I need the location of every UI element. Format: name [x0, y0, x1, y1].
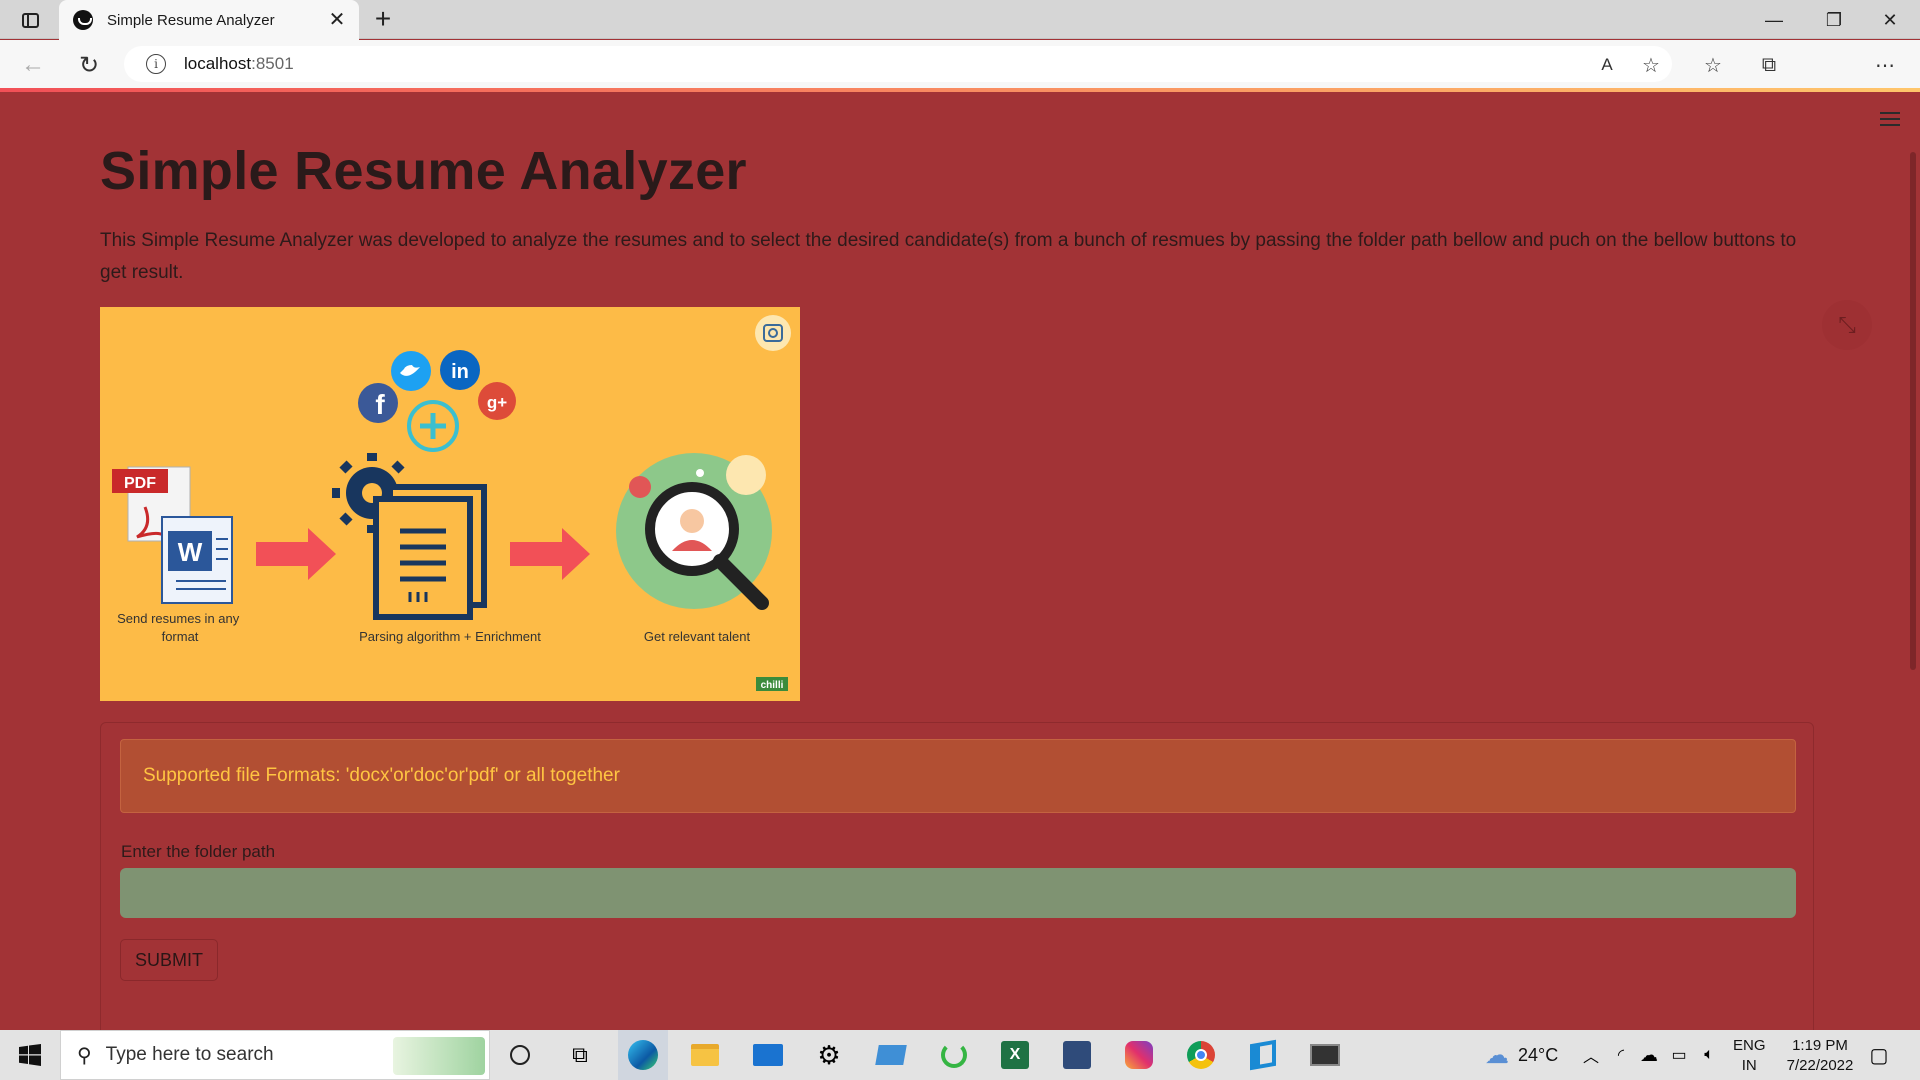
excel-icon[interactable]: X — [998, 1038, 1032, 1072]
twitter-icon — [391, 351, 431, 391]
google-plus-icon: g+ — [478, 382, 516, 420]
add-circle-icon — [407, 400, 459, 452]
analyzer-form: Supported file Formats: 'docx'or'doc'or'… — [100, 722, 1814, 1080]
taskbar-search[interactable]: ⚲ Type here to search — [60, 1030, 490, 1080]
clock[interactable]: 1:19 PM 7/22/2022 — [1770, 1036, 1870, 1076]
tab-actions-icon[interactable] — [12, 8, 48, 32]
cortana-icon[interactable] — [503, 1038, 537, 1072]
app-main: Simple Resume Analyzer This Simple Resum… — [0, 92, 1920, 1080]
weather-cloud-icon[interactable]: ☁ — [1480, 1038, 1514, 1072]
restore-button[interactable]: ❐ — [1810, 6, 1858, 34]
talent-search-icon — [616, 453, 772, 610]
app-description: This Simple Resume Analyzer was develope… — [100, 230, 1797, 283]
step2-caption: Parsing algorithm + Enrichment — [359, 629, 541, 644]
chilli-logo-icon: chilli — [756, 677, 788, 691]
fullscreen-icon[interactable]: ⤡ — [1822, 300, 1872, 350]
volume-icon[interactable]: 🔈︎ — [1692, 1038, 1726, 1072]
more-options-icon[interactable]: ⋯ — [1868, 48, 1902, 82]
facebook-icon: f — [358, 383, 398, 423]
task-view-icon[interactable]: ⧉ — [563, 1038, 597, 1072]
alert-text: Supported file Formats: 'docx'or'doc'or'… — [143, 765, 620, 786]
svg-text:f: f — [375, 389, 385, 420]
settings-gear-icon[interactable]: ⚙ — [812, 1038, 846, 1072]
battery-icon[interactable]: ▭ — [1662, 1038, 1696, 1072]
collections-icon[interactable]: ⧉ — [1752, 48, 1786, 82]
language-indicator[interactable]: ENG IN — [1733, 1036, 1766, 1076]
new-tab-button[interactable]: + — [368, 4, 398, 34]
submit-button[interactable]: SUBMIT — [120, 939, 218, 981]
streamlit-favicon-icon — [73, 10, 93, 30]
url-text: localhost:8501 — [184, 54, 294, 73]
mail-icon[interactable] — [751, 1038, 785, 1072]
supported-formats-alert: Supported file Formats: 'docx'or'doc'or'… — [120, 739, 1796, 813]
browser-tab-active[interactable]: Simple Resume Analyzer ✕ — [59, 0, 359, 40]
remote-desktop-icon[interactable] — [874, 1038, 908, 1072]
page-title: Simple Resume Analyzer — [100, 141, 747, 201]
step1-caption: Send resumes in any format — [117, 611, 243, 644]
resume-workflow-image: in f g+ PDF W Send resumes in any format — [100, 307, 800, 701]
tab-title: Simple Resume Analyzer — [107, 11, 275, 29]
folder-path-input[interactable] — [120, 868, 1796, 918]
word-document-icon: W — [161, 516, 233, 604]
sql-tool-icon[interactable] — [1060, 1038, 1094, 1072]
browser-toolbar: ← ↻ i localhost:8501 A ☆ ☆ ⧉ ⋯ — [0, 40, 1920, 118]
step3-caption: Get relevant talent — [644, 629, 751, 644]
edge-taskbar-icon[interactable] — [618, 1030, 668, 1080]
tab-close-icon[interactable]: ✕ — [325, 8, 349, 32]
site-info-icon[interactable]: i — [146, 54, 166, 74]
file-explorer-icon[interactable] — [688, 1038, 722, 1072]
add-favorite-icon[interactable]: ☆ — [1634, 48, 1668, 82]
minimize-button[interactable]: — — [1750, 6, 1798, 34]
pdf-label: PDF — [124, 475, 156, 492]
svg-text:chilli: chilli — [761, 680, 784, 691]
folder-path-label: Enter the folder path — [121, 842, 276, 861]
image-expand-icon — [755, 315, 791, 351]
onedrive-icon[interactable]: ☁ — [1632, 1038, 1666, 1072]
search-highlight-illustration-icon — [393, 1037, 485, 1075]
search-icon: ⚲ — [77, 1044, 92, 1067]
menu-icon[interactable] — [1880, 112, 1900, 128]
windows-start-icon[interactable] — [0, 1030, 60, 1080]
address-bar[interactable]: i localhost:8501 — [124, 46, 1672, 82]
scrollbar[interactable] — [1910, 152, 1916, 670]
browser-titlebar: Simple Resume Analyzer ✕ + — ❐ ✕ — [0, 0, 1920, 40]
refresh-button[interactable]: ↻ — [72, 48, 106, 82]
arrow-icon — [510, 528, 590, 580]
parsing-gear-icon — [332, 453, 487, 620]
back-button[interactable]: ← — [16, 48, 50, 82]
close-window-button[interactable]: ✕ — [1866, 6, 1914, 34]
sync-app-icon[interactable] — [937, 1038, 971, 1072]
vscode-icon[interactable] — [1246, 1038, 1280, 1072]
search-placeholder: Type here to search — [105, 1044, 274, 1065]
arrow-icon — [256, 528, 336, 580]
linkedin-icon: in — [440, 350, 480, 390]
favorites-icon[interactable]: ☆ — [1696, 48, 1730, 82]
taskbar: ⚲ Type here to search ⧉ ⚙ X ☁ 24°C ︿ ◜ ☁… — [0, 1030, 1920, 1080]
svg-text:g+: g+ — [487, 393, 507, 412]
temperature: 24°C — [1518, 1045, 1559, 1065]
chrome-icon[interactable] — [1184, 1038, 1218, 1072]
svg-text:W: W — [178, 537, 203, 567]
notifications-icon[interactable]: ▢ — [1862, 1038, 1896, 1072]
read-aloud-icon[interactable]: A — [1590, 48, 1624, 82]
instagram-icon[interactable] — [1122, 1038, 1156, 1072]
terminal-icon[interactable] — [1308, 1038, 1342, 1072]
svg-text:in: in — [451, 361, 469, 383]
show-hidden-icons-chevron-icon[interactable]: ︿ — [1574, 1038, 1608, 1072]
